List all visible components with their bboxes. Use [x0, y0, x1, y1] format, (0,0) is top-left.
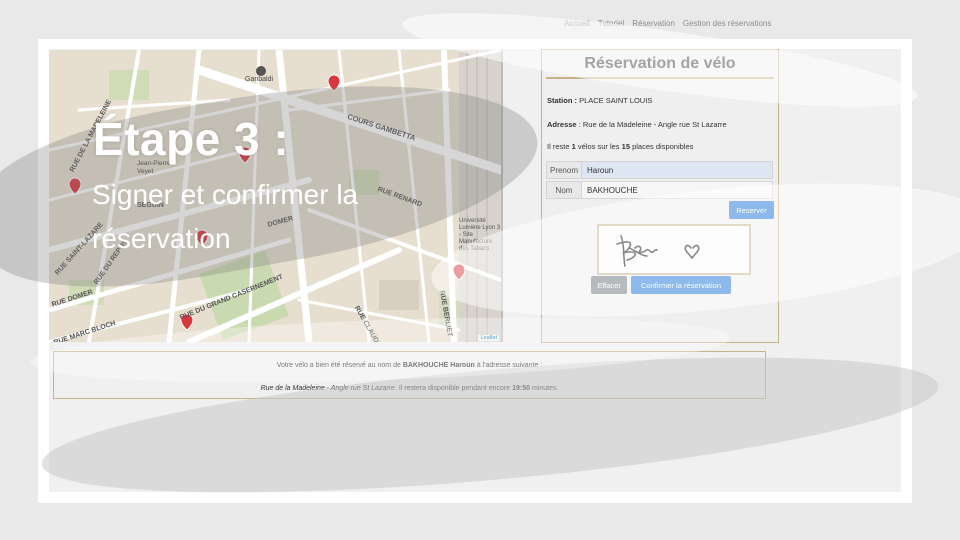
- adresse-value: : Rue de la Madeleine - Angle rue St Laz…: [578, 120, 727, 129]
- panel-title: Réservation de vélo: [546, 55, 774, 79]
- confirmation-address: Rue de la Madeleine - Angle rue St Lazar…: [260, 385, 395, 392]
- reste-prefix: Il reste: [547, 142, 570, 151]
- station-value: PLACE SAINT LOUIS: [579, 96, 653, 105]
- nav-gestion[interactable]: Gestion des réservations: [683, 19, 772, 28]
- confirmer-button[interactable]: Confirmer la réservation: [631, 276, 731, 294]
- step-subtitle: Signer et confirmer la réservation: [92, 179, 359, 254]
- confirmation-minutes: minutes.: [531, 385, 559, 392]
- nom-label: Nom: [546, 181, 582, 199]
- reste-suffix: places disponibles: [632, 142, 694, 151]
- station-info: Station : PLACE SAINT LOUIS: [547, 96, 652, 105]
- bikes-available-count: 1: [571, 142, 576, 151]
- adresse-label: Adresse: [547, 120, 577, 129]
- confirmation-suffix: à l'adresse suivante :: [476, 362, 543, 369]
- nom-input[interactable]: BAKHOUCHE: [582, 181, 773, 199]
- nav-tutoriel[interactable]: Tutoriel: [598, 19, 624, 28]
- confirmation-prefix: Votre vélo a bien été réservé au nom de: [276, 362, 401, 369]
- countdown-timer: 19:50: [512, 385, 530, 392]
- confirmation-banner: Votre vélo a bien été réservé au nom de …: [53, 351, 766, 399]
- confirmation-line-2: Rue de la Madeleine - Angle rue St Lazar…: [54, 385, 765, 392]
- leaflet-attribution[interactable]: Leaflet: [478, 335, 499, 341]
- reserver-button[interactable]: Reserver: [729, 201, 774, 219]
- signature-drawing: [616, 235, 700, 267]
- confirmation-line-1: Votre vélo a bien été réservé au nom de …: [54, 362, 765, 369]
- screenshot-frame: Garibaldi COURS GAMBETTA RUE DE LA MADEL…: [38, 39, 912, 503]
- total-places-count: 15: [621, 142, 630, 151]
- effacer-button[interactable]: Effacer: [591, 276, 627, 294]
- reste-middle: vélos sur les: [577, 142, 620, 151]
- prenom-label: Prenom: [546, 161, 582, 179]
- signature-canvas[interactable]: [597, 224, 751, 275]
- station-label: Station :: [547, 96, 577, 105]
- reservation-panel: Réservation de vélo Station : PLACE SAIN…: [541, 49, 779, 343]
- confirmation-middle: . Il restera disponible pendant encore: [394, 385, 511, 392]
- nav-reservation[interactable]: Réservation: [632, 19, 675, 28]
- nom-field-group: Nom BAKHOUCHE: [546, 181, 773, 199]
- top-nav: Accueil Tutoriel Réservation Gestion des…: [564, 19, 771, 28]
- availability-info: Il reste 1 vélos sur les 15 places dispo…: [547, 142, 693, 151]
- confirmation-name: BAKHOUCHE Haroun: [402, 362, 475, 369]
- prenom-input[interactable]: Haroun: [582, 161, 773, 179]
- adresse-info: Adresse : Rue de la Madeleine - Angle ru…: [547, 120, 727, 129]
- prenom-field-group: Prenom Haroun: [546, 161, 773, 179]
- nav-accueil[interactable]: Accueil: [564, 19, 590, 28]
- map-label-garibaldi: Garibaldi: [245, 76, 274, 83]
- map-label-universite: Université Lumière Lyon 3 - Site Manufac…: [459, 218, 501, 252]
- step-title: Étape 3 :: [93, 113, 290, 165]
